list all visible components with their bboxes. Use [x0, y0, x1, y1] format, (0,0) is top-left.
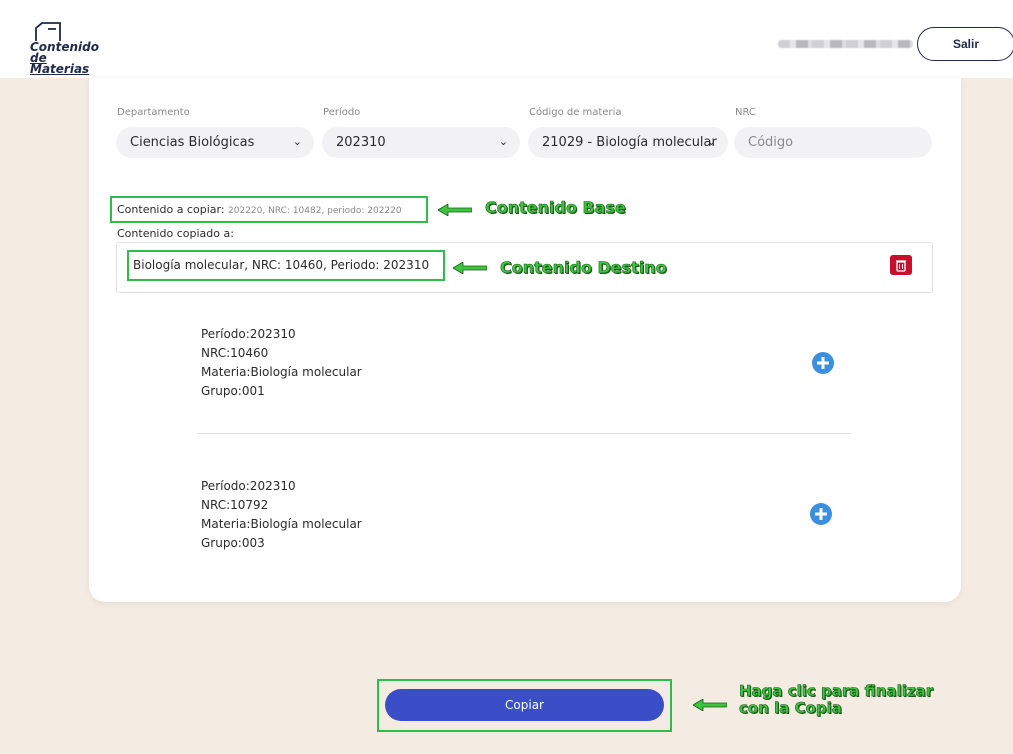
- arrow-left-icon: [453, 262, 487, 274]
- department-select[interactable]: Ciencias Biológicas ⌄: [116, 127, 314, 158]
- source-value: 202220, NRC: 10482, periodo: 202220: [228, 206, 402, 216]
- course-period: Período:202310: [201, 327, 296, 341]
- course-period: Período:202310: [201, 479, 296, 493]
- logout-button[interactable]: Salir: [917, 27, 1013, 61]
- course-group: Grupo:001: [201, 384, 265, 398]
- course-item: Período:202310 NRC:10460 Materia:Biologí…: [201, 325, 362, 401]
- course-item: Período:202310 NRC:10792 Materia:Biologí…: [201, 477, 362, 553]
- course-code-value: 21029 - Biología molecular: [542, 135, 717, 150]
- nrc-input[interactable]: Código: [734, 127, 932, 158]
- course-nrc: NRC:10460: [201, 346, 269, 360]
- chevron-down-icon: ⌄: [706, 135, 716, 148]
- annotation-base: Contenido Base: [485, 198, 626, 218]
- department-value: Ciencias Biológicas: [130, 135, 255, 150]
- logo-line-2: de Materias: [30, 51, 90, 76]
- annotation-finish-line-2: con la Copia: [739, 699, 843, 717]
- period-select[interactable]: 202310 ⌄: [322, 127, 520, 158]
- annotation-destination: Contenido Destino: [500, 258, 667, 278]
- source-label: Contenido a copiar:: [117, 203, 225, 216]
- app-logo[interactable]: Contenido de Materias: [30, 22, 110, 76]
- department-label: Departamento: [117, 107, 190, 118]
- nrc-placeholder: Código: [748, 135, 794, 150]
- copy-button[interactable]: Copiar: [385, 689, 664, 721]
- chevron-down-icon: ⌄: [498, 135, 508, 148]
- blurred-user-name: [778, 40, 913, 48]
- trash-icon[interactable]: [890, 255, 912, 275]
- source-content-line: Contenido a copiar: 202220, NRC: 10482, …: [117, 203, 402, 216]
- course-code-label: Código de materia: [529, 107, 622, 118]
- course-subject: Materia:Biología molecular: [201, 517, 362, 531]
- course-nrc: NRC:10792: [201, 498, 269, 512]
- dest-label: Contenido copiado a:: [117, 227, 234, 240]
- chevron-down-icon: ⌄: [292, 135, 302, 148]
- top-header: Contenido de Materias Salir: [0, 0, 1013, 78]
- course-subject: Materia:Biología molecular: [201, 365, 362, 379]
- arrow-left-icon: [693, 699, 727, 711]
- arrow-left-icon: [438, 204, 472, 216]
- annotation-finish: Haga clic para finalizar con la Copia: [739, 682, 934, 717]
- annotation-finish-line-1: Haga clic para finalizar: [739, 682, 934, 700]
- course-group: Grupo:003: [201, 536, 265, 550]
- nrc-label: NRC: [735, 107, 756, 118]
- period-label: Período: [323, 107, 361, 118]
- period-value: 202310: [336, 135, 386, 150]
- logo-text: Contenido de Materias: [30, 41, 110, 76]
- add-course-icon[interactable]: [812, 352, 834, 374]
- course-code-select[interactable]: 21029 - Biología molecular ⌄: [528, 127, 728, 158]
- divider: [198, 433, 851, 434]
- dest-value: Biología molecular, NRC: 10460, Periodo:…: [133, 258, 430, 272]
- add-course-icon[interactable]: [810, 503, 832, 525]
- folder-logo-icon: [35, 22, 61, 41]
